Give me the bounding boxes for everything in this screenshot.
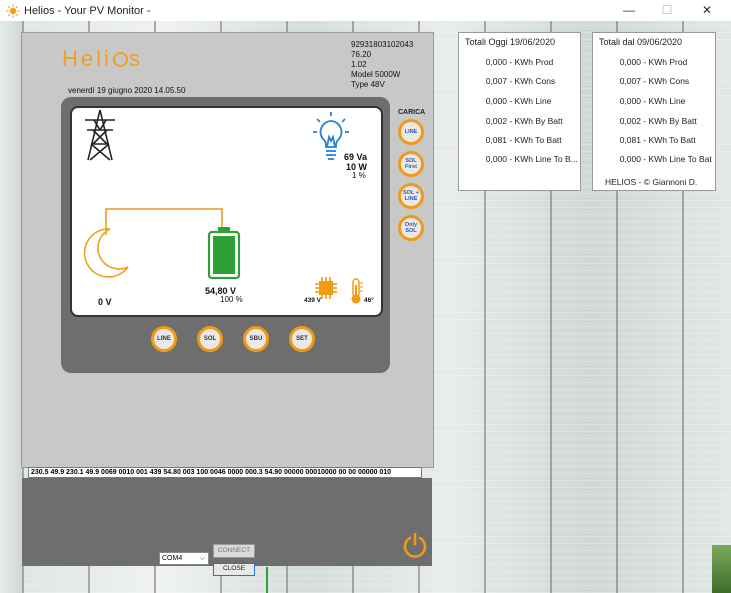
copyright: HELIOS - © Giannoni D. bbox=[605, 177, 698, 187]
com-port-select[interactable]: COM4 ⌵ bbox=[159, 552, 209, 565]
firmware-version-2: 1.02 bbox=[351, 60, 367, 69]
moon-icon bbox=[83, 228, 129, 278]
model: Model 5000W bbox=[351, 70, 401, 79]
today-row-to-batt: 0,081 - KWh To Batt bbox=[485, 135, 562, 145]
close-button[interactable]: CLOSE bbox=[213, 563, 255, 576]
background-stem bbox=[266, 567, 268, 593]
power-icon[interactable] bbox=[402, 532, 428, 558]
bus-voltage: 439 V bbox=[304, 297, 321, 304]
charge-only-sol-button[interactable]: Only SOL bbox=[398, 215, 424, 241]
today-row-line: 0,000 - KWh Line bbox=[485, 96, 552, 106]
maximize-button[interactable]: ☐ bbox=[650, 0, 684, 21]
charge-line-button[interactable]: LINE bbox=[398, 119, 424, 145]
charge-sol-line-button[interactable]: SOL + LINE bbox=[398, 183, 424, 209]
today-row-prod: 0,000 - KWh Prod bbox=[485, 57, 554, 67]
solar-voltage: 0 V bbox=[98, 297, 112, 307]
carica-label: CARICA bbox=[398, 109, 426, 116]
since-row-line-to-batt: 0,000 - KWh Line To Bat bbox=[619, 154, 712, 164]
device-info: 92931803102043 76.20 1.02 Model 5000W Ty… bbox=[351, 40, 413, 90]
load-percent: 1 % bbox=[352, 171, 366, 180]
today-row-cons: 0,007 - KWh Cons bbox=[485, 76, 556, 86]
today-row-line-to-batt: 0,000 - KWh Line To B... bbox=[485, 154, 578, 164]
totals-today-panel: Totali Oggi 19/06/2020 0,000 - KWh Prod … bbox=[458, 32, 581, 191]
close-window-button[interactable]: ✕ bbox=[690, 0, 724, 21]
power-pylon-icon bbox=[85, 109, 115, 161]
temperature: 46° bbox=[364, 297, 374, 304]
serial-number: 92931803102043 bbox=[351, 40, 414, 49]
connect-button[interactable]: CONNECT bbox=[213, 544, 255, 558]
since-row-line: 0,000 - KWh Line bbox=[619, 96, 686, 106]
totals-today-title: Totali Oggi 19/06/2020 bbox=[465, 37, 556, 47]
since-row-to-batt: 0,081 - KWh To Batt bbox=[619, 135, 696, 145]
mode-sbu-button[interactable]: SBU bbox=[243, 326, 269, 352]
background-plant bbox=[712, 545, 731, 593]
since-row-prod: 0,000 - KWh Prod bbox=[619, 57, 688, 67]
thermometer-icon bbox=[351, 278, 363, 304]
type: Type 48V bbox=[351, 80, 385, 89]
minimize-button[interactable]: — bbox=[612, 0, 646, 21]
battery-percent: 100 % bbox=[220, 295, 243, 304]
datetime: venerdì 19 giugno 2020 14.05.50 bbox=[68, 86, 186, 95]
sun-app-icon bbox=[6, 4, 20, 17]
mode-line-button[interactable]: LINE bbox=[151, 326, 177, 352]
chevron-down-icon: ⌵ bbox=[199, 555, 205, 562]
helios-logo: Heli s bbox=[62, 46, 143, 71]
load-apparent-power: 69 Va bbox=[344, 152, 368, 162]
raw-data-line: 230.5 49.9 230.1 49.9 0069 0010 001 439 … bbox=[28, 467, 422, 478]
since-row-by-batt: 0,002 - KWh By Batt bbox=[619, 116, 697, 126]
since-row-cons: 0,007 - KWh Cons bbox=[619, 76, 690, 86]
totals-since-title: Totali dal 09/06/2020 bbox=[599, 37, 683, 47]
settings-button[interactable]: SET bbox=[289, 326, 315, 352]
firmware-version-1: 76.20 bbox=[351, 50, 372, 59]
totals-since-panel: Totali dal 09/06/2020 0,000 - KWh Prod 0… bbox=[592, 32, 716, 191]
title-bar: Helios - Your PV Monitor - — ☐ ✕ bbox=[0, 0, 731, 21]
window-title: Helios - Your PV Monitor - bbox=[24, 4, 151, 17]
com-port-value: COM4 bbox=[162, 555, 183, 562]
battery-icon bbox=[207, 227, 241, 280]
mode-sol-button[interactable]: SOL bbox=[197, 326, 223, 352]
charge-sol-first-button[interactable]: SOL First bbox=[398, 151, 424, 177]
today-row-by-batt: 0,002 - KWh By Batt bbox=[485, 116, 563, 126]
